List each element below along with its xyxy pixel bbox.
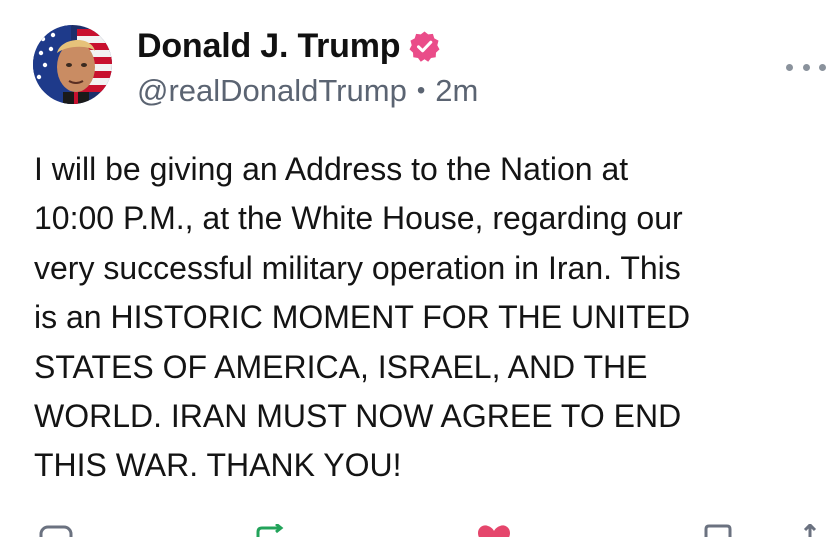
author-handle[interactable]: @realDonaldTrump [137,73,407,109]
post-text: I will be giving an Address to the Natio… [34,151,691,484]
avatar-image [33,25,112,104]
more-dot [786,63,793,71]
meta-separator: • [416,77,426,104]
author-name-row: Donald J. Trump [137,23,441,69]
post-timestamp[interactable]: 2m [435,73,478,109]
post-card: Donald J. Trump @realDonaldTrump • 2m I … [0,0,838,537]
author-display-name[interactable]: Donald J. Trump [137,27,401,66]
share-icon[interactable] [792,522,828,537]
author-meta-row: @realDonaldTrump • 2m [137,70,478,112]
bookmark-icon[interactable] [700,524,736,537]
verified-badge-icon [408,30,441,63]
like-icon[interactable] [476,524,512,537]
action-bar [0,522,838,537]
retruth-icon[interactable] [254,522,290,537]
more-dot [802,63,810,71]
avatar[interactable] [33,25,112,104]
reply-icon[interactable] [38,524,74,537]
more-dot [819,63,826,71]
more-options-icon[interactable] [786,55,826,79]
